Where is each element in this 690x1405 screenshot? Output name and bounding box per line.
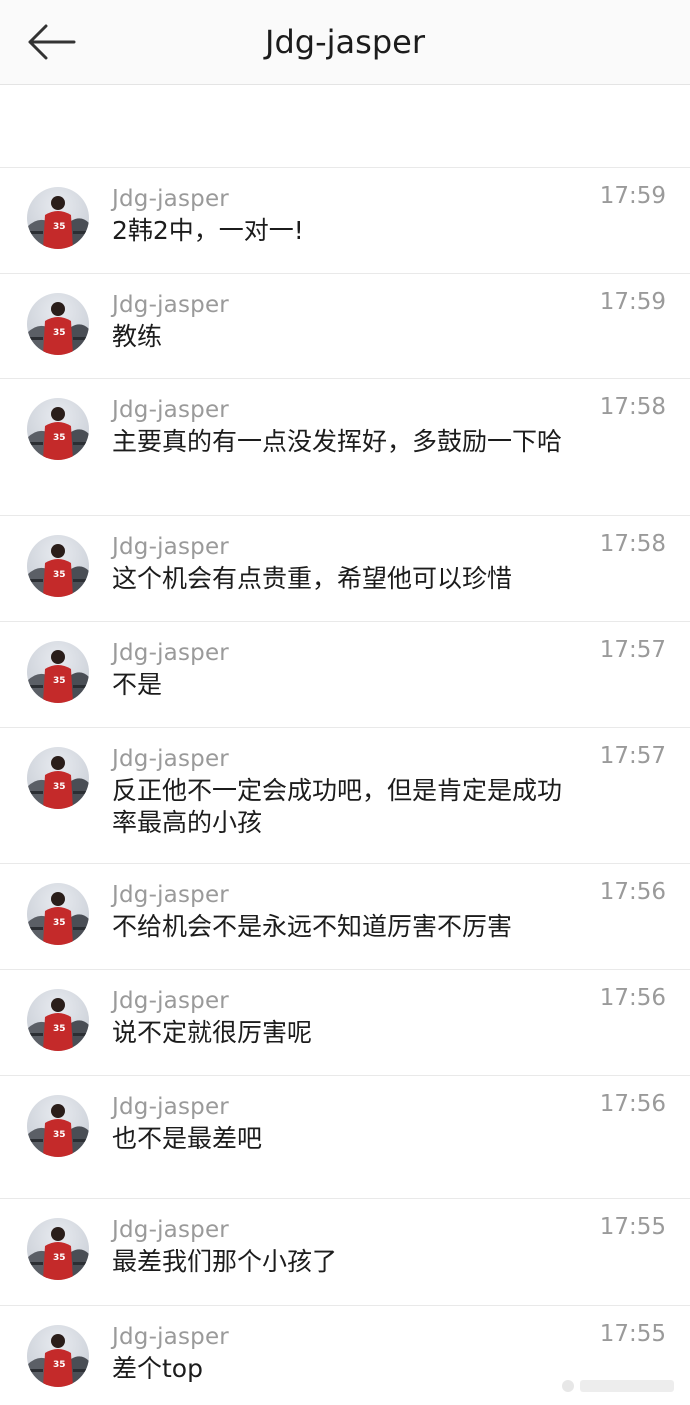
svg-text:35: 35 [53,918,66,928]
svg-text:35: 35 [53,222,66,232]
sender-name: Jdg-jasper [112,1217,229,1243]
message-row[interactable]: 35 Jdg-jasper 17:56 也不是最差吧 [0,1076,690,1199]
message-text: 2韩2中，一对一! [112,216,304,245]
message-time: 17:56 [599,879,666,905]
watermark-image [562,1380,674,1392]
avatar[interactable]: 35 [27,883,89,945]
avatar[interactable]: 35 [27,398,89,460]
avatar[interactable]: 35 [27,293,89,355]
avatar-photo: 35 [27,641,89,703]
avatar-photo: 35 [27,1218,89,1280]
svg-text:35: 35 [53,676,66,686]
avatar[interactable]: 35 [27,641,89,703]
message-row[interactable]: 35 Jdg-jasper 17:59 2韩2中，一对一! [0,168,690,274]
message-text: 不是 [112,670,163,699]
message-time: 17:58 [599,531,666,557]
avatar-photo: 35 [27,1095,89,1157]
svg-text:35: 35 [53,328,66,338]
page-title: Jdg-jasper [265,23,425,61]
avatar-photo: 35 [27,1325,89,1387]
avatar-photo: 35 [27,293,89,355]
svg-text:35: 35 [53,570,66,580]
avatar-photo: 35 [27,187,89,249]
avatar-photo: 35 [27,398,89,460]
svg-text:35: 35 [53,1253,66,1263]
message-time: 17:57 [599,743,666,769]
svg-text:35: 35 [53,433,66,443]
avatar-photo: 35 [27,747,89,809]
avatar[interactable]: 35 [27,989,89,1051]
message-row[interactable]: 35 Jdg-jasper 17:55 最差我们那个小孩了 [0,1199,690,1306]
sender-name: Jdg-jasper [112,1324,229,1350]
message-text: 不给机会不是永远不知道厉害不厉害 [112,912,513,941]
message-time: 17:59 [599,289,666,315]
message-row[interactable]: 35 Jdg-jasper 17:58 主要真的有一点没发挥好，多鼓励一下哈 [0,379,690,516]
avatar-photo: 35 [27,989,89,1051]
message-text: 也不是最差吧 [112,1124,263,1153]
avatar[interactable]: 35 [27,535,89,597]
message-time: 17:57 [599,637,666,663]
message-time: 17:56 [599,985,666,1011]
top-bar: Jdg-jasper [0,0,690,85]
avatar[interactable]: 35 [27,1095,89,1157]
message-row[interactable]: 35 Jdg-jasper 17:57 反正他不一定会成功吧，但是肯定是成功率最高的… [0,728,690,864]
avatar[interactable]: 35 [27,747,89,809]
chat-screen: 35 Jdg-jasper18:00gab是谁 35 Jdg-jasper17:… [0,0,690,1405]
message-time: 17:56 [599,1091,666,1117]
svg-text:35: 35 [53,1130,66,1140]
sender-name: Jdg-jasper [112,186,229,212]
message-time: 17:55 [599,1321,666,1347]
sender-name: Jdg-jasper [112,292,229,318]
message-row[interactable]: 35 Jdg-jasper 17:56 说不定就很厉害呢 [0,970,690,1076]
message-text: 这个机会有点贵重，希望他可以珍惜 [112,564,513,593]
sender-name: Jdg-jasper [112,746,229,772]
message-text: 说不定就很厉害呢 [112,1018,313,1047]
sender-name: Jdg-jasper [112,882,229,908]
message-time: 17:59 [599,183,666,209]
message-row[interactable]: 35 Jdg-jasper 17:59 教练 [0,274,690,379]
message-text: 教练 [112,322,163,351]
avatar-photo: 35 [27,535,89,597]
message-text: 差个top [112,1354,203,1383]
message-row[interactable]: 35 Jdg-jasper 17:57 不是 [0,622,690,728]
message-text: 反正他不一定会成功吧，但是肯定是成功率最高的小孩 [112,776,563,837]
avatar[interactable]: 35 [27,187,89,249]
sender-name: Jdg-jasper [112,534,229,560]
sender-name: Jdg-jasper [112,640,229,666]
sender-name: Jdg-jasper [112,1094,229,1120]
svg-text:35: 35 [53,1360,66,1370]
svg-text:35: 35 [53,782,66,792]
message-row[interactable]: 35 Jdg-jasper 17:56 不给机会不是永远不知道厉害不厉害 [0,864,690,970]
sender-name: Jdg-jasper [112,397,229,423]
avatar[interactable]: 35 [27,1325,89,1387]
message-text: 主要真的有一点没发挥好，多鼓励一下哈 [112,427,563,456]
svg-text:35: 35 [53,1024,66,1034]
message-row[interactable]: 35 Jdg-jasper 17:58 这个机会有点贵重，希望他可以珍惜 [0,516,690,622]
sender-name: Jdg-jasper [112,988,229,1014]
message-time: 17:58 [599,394,666,420]
message-time: 17:55 [599,1214,666,1240]
message-text: 最差我们那个小孩了 [112,1247,338,1276]
avatar-photo: 35 [27,883,89,945]
avatar[interactable]: 35 [27,1218,89,1280]
